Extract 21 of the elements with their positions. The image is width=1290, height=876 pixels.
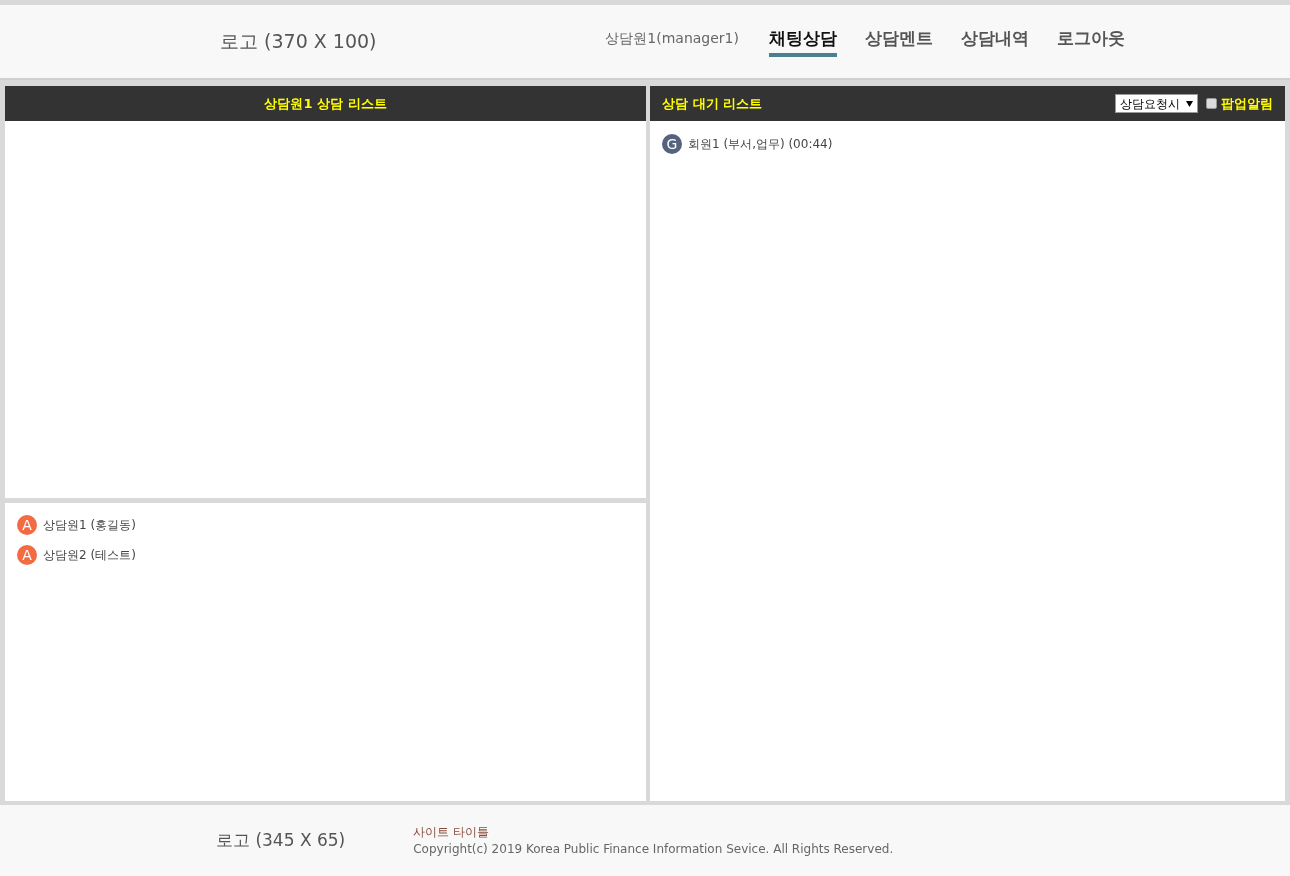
user-name: 상담원1(manager1) xyxy=(605,29,739,48)
person-name[interactable]: 상담원2 (테스트) xyxy=(43,546,136,564)
footer-logo-text: 로고 (345 X 65) xyxy=(216,828,346,852)
site-title: 사이트 타이틀 xyxy=(413,823,491,841)
caret-icon xyxy=(1186,100,1193,107)
nav-link[interactable]: 로그아웃 xyxy=(1057,26,1125,57)
panel-title: 상담원1 상담 리스트 xyxy=(264,94,387,113)
avatar-icon: G xyxy=(662,134,682,154)
nav-link[interactable]: 채팅상담 xyxy=(769,26,837,57)
avatar-icon: A xyxy=(17,515,37,535)
avatar-icon: A xyxy=(17,545,37,565)
panel-title: 상담 대기 리스트 xyxy=(662,94,763,113)
request-select[interactable]: 상담요청시 xyxy=(1115,94,1198,113)
copyright-text: Copyright(c) 2019 Korea Public Finance Information Sevice. All Rights Reserved. xyxy=(413,840,894,858)
logo-text: 로고 (370 X 100) xyxy=(220,29,377,55)
checkbox-label[interactable]: 팝업알림 xyxy=(1221,93,1273,114)
nav-link[interactable]: 상담멘트 xyxy=(865,26,933,57)
nav-link[interactable]: 상담내역 xyxy=(961,26,1029,57)
popup-checkbox[interactable] xyxy=(1206,98,1217,109)
person-name[interactable]: 회원1 (부서,업무) (00:44) xyxy=(688,135,833,153)
person-name[interactable]: 상담원1 (홍길동) xyxy=(43,516,136,534)
